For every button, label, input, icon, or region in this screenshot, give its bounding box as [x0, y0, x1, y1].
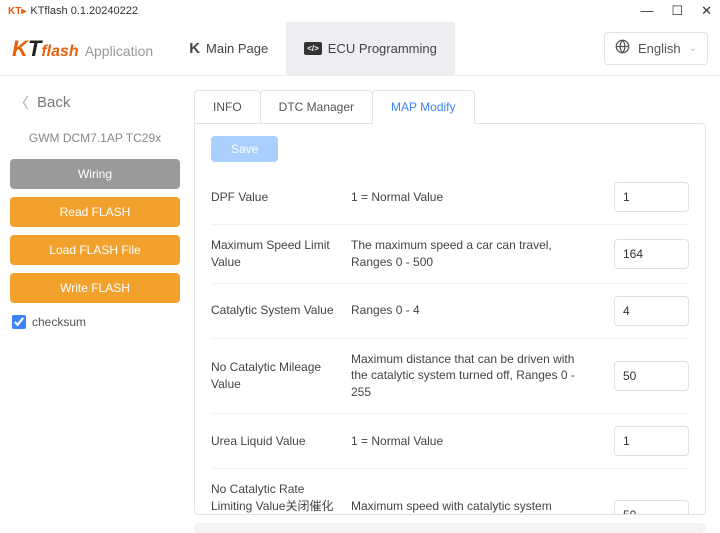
field-desc: The maximum speed a car can travel, Rang…	[351, 237, 604, 271]
top-bar: KTflash Application K Main Page </> ECU …	[0, 22, 720, 76]
main-panel: INFO DTC Manager MAP Modify Save DPF Val…	[190, 76, 720, 533]
field-desc: Maximum distance that can be driven with…	[351, 351, 604, 401]
globe-icon	[615, 39, 630, 58]
nav-label: ECU Programming	[328, 41, 437, 56]
back-button[interactable]: 〈 Back	[10, 90, 180, 115]
back-label: Back	[37, 94, 70, 111]
field-label: Catalytic System Value	[211, 302, 341, 319]
checksum-row[interactable]: checksum	[10, 315, 180, 329]
maximize-button[interactable]: ☐	[671, 3, 683, 19]
field-input[interactable]	[614, 426, 689, 456]
load-flash-button[interactable]: Load FLASH File	[10, 235, 180, 265]
nav-ecu-programming[interactable]: </> ECU Programming	[286, 22, 455, 75]
field-desc: Maximum speed with catalytic system swit…	[351, 498, 604, 515]
field-label: Maximum Speed Limit Value	[211, 237, 341, 271]
language-value: English	[638, 41, 681, 56]
field-row: Maximum Speed Limit Value The maximum spe…	[211, 225, 689, 284]
checksum-checkbox[interactable]	[12, 315, 26, 329]
write-flash-button[interactable]: Write FLASH	[10, 273, 180, 303]
tab-dtc[interactable]: DTC Manager	[260, 90, 373, 124]
checksum-label: checksum	[32, 315, 86, 329]
sidebar: 〈 Back GWM DCM7.1AP TC29x Wiring Read FL…	[0, 76, 190, 533]
tab-info[interactable]: INFO	[194, 90, 261, 124]
chevron-left-icon: 〈	[14, 92, 29, 113]
k-icon: K	[189, 40, 200, 57]
field-desc: Ranges 0 - 4	[351, 302, 604, 319]
field-label: No Catalytic Mileage Value	[211, 359, 341, 393]
field-desc: 1 = Normal Value	[351, 433, 604, 450]
field-row: Urea Liquid Value 1 = Normal Value	[211, 414, 689, 469]
close-button[interactable]: ✕	[701, 3, 712, 19]
save-button[interactable]: Save	[211, 136, 278, 162]
read-flash-button[interactable]: Read FLASH	[10, 197, 180, 227]
field-input[interactable]	[614, 239, 689, 269]
app-icon: KT▸	[8, 6, 26, 17]
ecu-model: GWM DCM7.1AP TC29x	[10, 131, 180, 145]
field-input[interactable]	[614, 500, 689, 515]
logo-subtitle: Application	[85, 43, 154, 59]
tab-content: Save DPF Value 1 = Normal Value Maximum Sp…	[194, 123, 706, 515]
field-input[interactable]	[614, 361, 689, 391]
tab-bar: INFO DTC Manager MAP Modify	[194, 90, 706, 124]
window-titlebar: KT▸ KTflash 0.1.20240222 — ☐ ✕	[0, 0, 720, 22]
chip-icon: </>	[304, 42, 322, 55]
nav-label: Main Page	[206, 41, 268, 56]
top-nav: K Main Page </> ECU Programming	[171, 22, 455, 75]
field-row: No Catalytic Rate Limiting Value关闭催化系统时的…	[211, 469, 689, 515]
minimize-button[interactable]: —	[640, 3, 653, 19]
wiring-button[interactable]: Wiring	[10, 159, 180, 189]
field-row: Catalytic System Value Ranges 0 - 4	[211, 284, 689, 339]
logo-mark: KTflash	[12, 36, 79, 62]
field-label: Urea Liquid Value	[211, 433, 341, 450]
field-row: No Catalytic Mileage Value Maximum distan…	[211, 339, 689, 414]
field-desc: 1 = Normal Value	[351, 189, 604, 206]
field-label: DPF Value	[211, 189, 341, 206]
logo: KTflash Application	[12, 36, 153, 62]
window-title: KTflash 0.1.20240222	[30, 5, 138, 17]
language-select[interactable]: English ⌄	[604, 32, 708, 65]
field-input[interactable]	[614, 182, 689, 212]
field-label: No Catalytic Rate Limiting Value关闭催化系统时的…	[211, 481, 341, 515]
nav-main-page[interactable]: K Main Page	[171, 22, 286, 75]
chevron-down-icon: ⌄	[689, 43, 697, 54]
field-row: DPF Value 1 = Normal Value	[211, 170, 689, 225]
field-input[interactable]	[614, 296, 689, 326]
tab-map-modify[interactable]: MAP Modify	[372, 90, 474, 124]
horizontal-scrollbar[interactable]	[194, 523, 706, 533]
window-controls: — ☐ ✕	[640, 3, 712, 19]
